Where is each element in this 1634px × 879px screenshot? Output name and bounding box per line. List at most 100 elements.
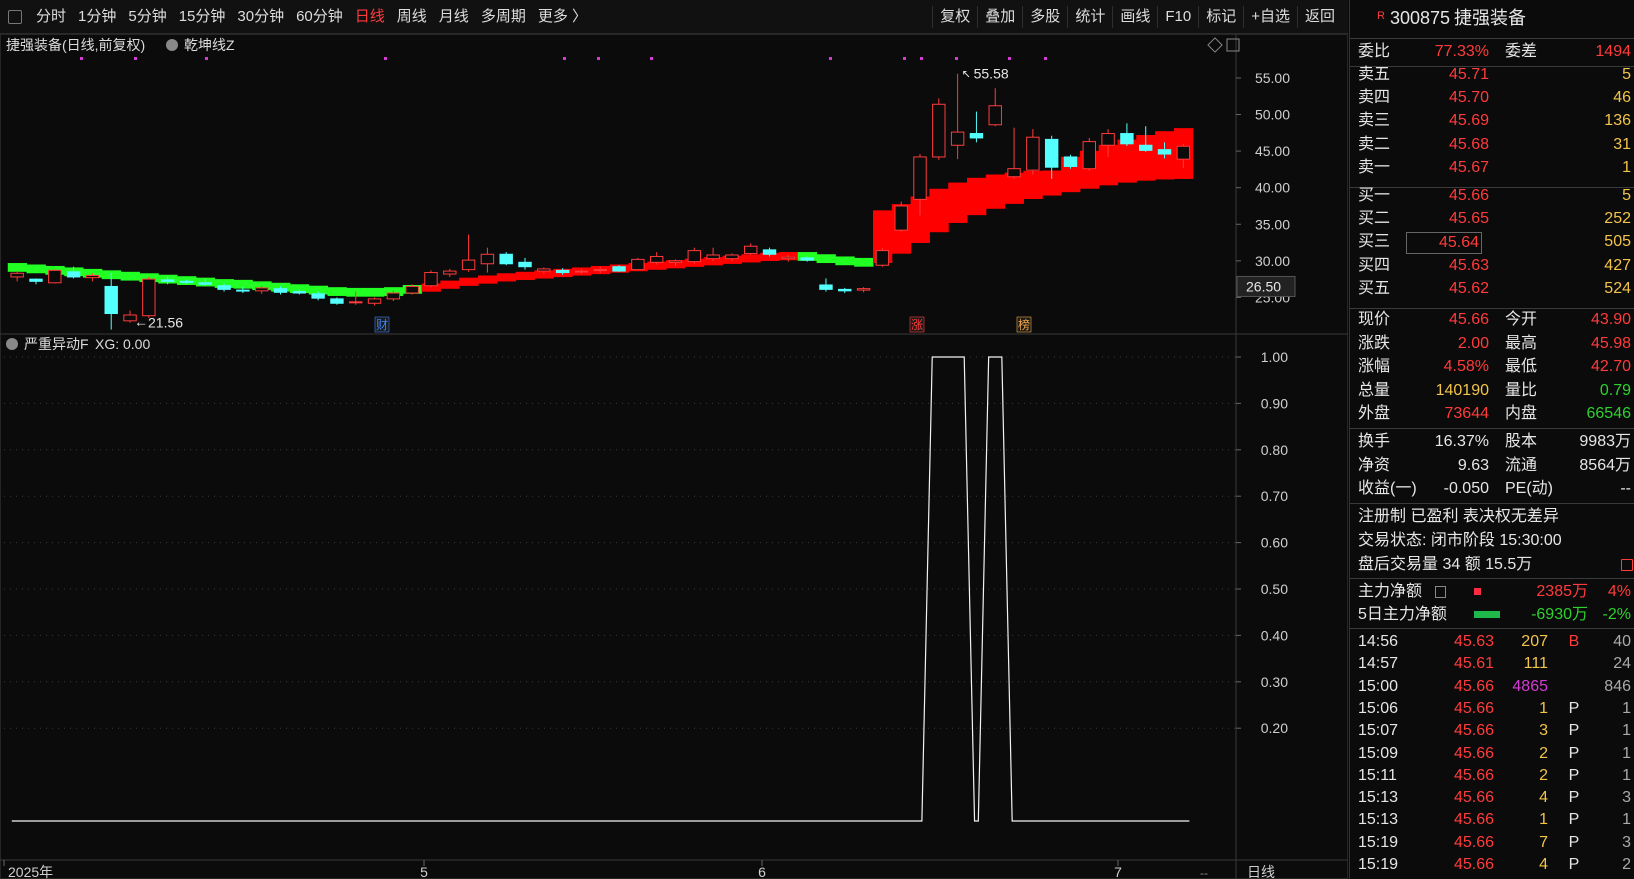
candle-body[interactable] <box>10 272 24 278</box>
period-tab-10[interactable]: 更多 〉 <box>532 0 593 34</box>
event-marker[interactable]: 财 <box>376 318 388 332</box>
candle-body[interactable] <box>932 103 946 158</box>
candle-body[interactable] <box>386 292 401 300</box>
candle-body[interactable] <box>273 288 288 293</box>
candle-body[interactable] <box>894 205 908 231</box>
tool-button-0[interactable]: 复权 <box>932 6 977 28</box>
candle-body[interactable] <box>29 278 43 282</box>
event-marker[interactable]: 榜 <box>1018 317 1030 332</box>
candle-body[interactable] <box>518 261 532 268</box>
candle-body[interactable] <box>819 284 833 290</box>
candle-body[interactable] <box>781 256 796 260</box>
candle-body[interactable] <box>349 301 363 304</box>
candle-body[interactable] <box>1082 141 1096 170</box>
bids-row[interactable]: 买一 45.66 5 <box>1350 184 1634 208</box>
tick-row[interactable]: 15:13 45.66 4 P 3 <box>1350 787 1634 809</box>
period-tab-8[interactable]: 月线 <box>433 0 475 34</box>
candle-body[interactable] <box>856 288 871 291</box>
period-tab-0[interactable]: 分时 <box>30 0 72 34</box>
candle-body[interactable] <box>254 287 269 292</box>
bids-row[interactable]: 买五 45.62 524 <box>1350 277 1634 301</box>
tool-button-1[interactable]: 叠加 <box>977 6 1022 28</box>
bids-row[interactable]: 买二 45.65 252 <box>1350 207 1634 231</box>
layout-icon[interactable] <box>8 9 22 24</box>
period-tab-7[interactable]: 周线 <box>391 0 433 34</box>
bids-row[interactable]: 买三 45.64 505 <box>1350 230 1634 255</box>
candle-body[interactable] <box>292 291 307 294</box>
tick-row[interactable]: 15:09 45.66 2 P 1 <box>1350 743 1634 765</box>
candle-body[interactable] <box>85 274 100 279</box>
tick-row[interactable]: 15:06 45.66 1 P 1 <box>1350 698 1634 720</box>
tool-button-5[interactable]: F10 <box>1157 6 1198 28</box>
candle-body[interactable] <box>612 266 626 272</box>
tick-row[interactable]: 14:57 45.61 111 24 <box>1350 653 1634 675</box>
candle-body[interactable] <box>48 269 62 284</box>
kline-chart[interactable]: 捷强装备(日线,前复权) 乾坤线Z 55.00 50.00 45.00 40.00 35.0… <box>0 34 1348 879</box>
candle-body[interactable] <box>1176 145 1191 160</box>
tick-row[interactable]: 15:19 45.66 4 P 2 <box>1350 854 1634 876</box>
candle-body[interactable] <box>367 298 382 304</box>
tool-button-8[interactable]: 返回 <box>1296 6 1342 28</box>
candle-body[interactable] <box>424 272 438 287</box>
candle-body[interactable] <box>1139 144 1153 151</box>
tick-row[interactable]: 15:11 45.66 2 P 1 <box>1350 765 1634 787</box>
candle-body[interactable] <box>913 156 927 200</box>
candle-body[interactable] <box>461 259 476 271</box>
candle-body[interactable] <box>499 253 513 265</box>
event-marker[interactable]: 涨 <box>911 317 923 332</box>
candle-body[interactable] <box>631 258 645 271</box>
candle-body[interactable] <box>217 285 231 290</box>
candle-body[interactable] <box>668 260 683 263</box>
candle-body[interactable] <box>744 245 758 255</box>
tool-button-6[interactable]: 标记 <box>1198 6 1243 28</box>
candle-body[interactable] <box>725 254 739 260</box>
tool-button-7[interactable]: +自选 <box>1243 6 1297 28</box>
tool-button-2[interactable]: 多股 <box>1022 6 1067 28</box>
period-tab-3[interactable]: 15分钟 <box>173 0 232 34</box>
period-tab-4[interactable]: 30分钟 <box>231 0 290 34</box>
candle-body[interactable] <box>555 269 570 274</box>
sub-dropdown-icon[interactable] <box>6 338 18 350</box>
candle-body[interactable] <box>762 249 777 255</box>
candle-body[interactable] <box>649 255 664 263</box>
candle-body[interactable] <box>1063 156 1078 167</box>
asks-row[interactable]: 卖五 45.71 5 <box>1350 63 1634 87</box>
tick-row[interactable]: 15:07 45.66 3 P 1 <box>1350 720 1634 742</box>
chart-icon[interactable] <box>1621 559 1633 571</box>
candle-body[interactable] <box>950 131 965 146</box>
asks-row[interactable]: 卖三 45.69 136 <box>1350 109 1634 133</box>
candle-body[interactable] <box>142 278 156 317</box>
candle-body[interactable] <box>800 257 814 261</box>
tool-button-3[interactable]: 统计 <box>1067 6 1112 28</box>
candle-body[interactable] <box>875 250 890 266</box>
candle-body[interactable] <box>1157 149 1172 155</box>
candle-body[interactable] <box>838 288 852 292</box>
period-tab-1[interactable]: 1分钟 <box>72 0 122 34</box>
period-tab-5[interactable]: 60分钟 <box>290 0 349 34</box>
diamond-icon[interactable] <box>1207 37 1223 53</box>
candle-body[interactable] <box>480 253 495 265</box>
period-tab-9[interactable]: 多周期 <box>475 0 532 34</box>
candle-body[interactable] <box>1007 168 1021 178</box>
candle-body[interactable] <box>198 282 212 285</box>
candle-body[interactable] <box>706 254 720 260</box>
candle-body[interactable] <box>66 271 81 278</box>
bids-row[interactable]: 买四 45.63 427 <box>1350 254 1634 278</box>
candle-body[interactable] <box>1120 133 1134 145</box>
asks-row[interactable]: 卖一 45.67 1 <box>1350 156 1634 180</box>
asks-row[interactable]: 卖二 45.68 31 <box>1350 133 1634 157</box>
candle-body[interactable] <box>988 105 1002 126</box>
candle-body[interactable] <box>687 250 702 263</box>
tick-row[interactable]: 15:00 45.66 4865 846 <box>1350 676 1634 698</box>
candle-body[interactable] <box>1026 136 1040 171</box>
list-icon[interactable] <box>1435 586 1446 598</box>
asks-row[interactable]: 卖四 45.70 46 <box>1350 86 1634 110</box>
candle-body[interactable] <box>104 285 118 315</box>
tick-row[interactable]: 15:13 45.66 1 P 1 <box>1350 809 1634 831</box>
tick-row[interactable]: 14:56 45.63 207 B 40 <box>1350 631 1634 653</box>
window-icon[interactable] <box>1226 38 1240 52</box>
candle-body[interactable] <box>969 133 984 139</box>
candle-body[interactable] <box>405 285 419 294</box>
candle-body[interactable] <box>593 269 607 272</box>
candle-body[interactable] <box>443 270 457 275</box>
